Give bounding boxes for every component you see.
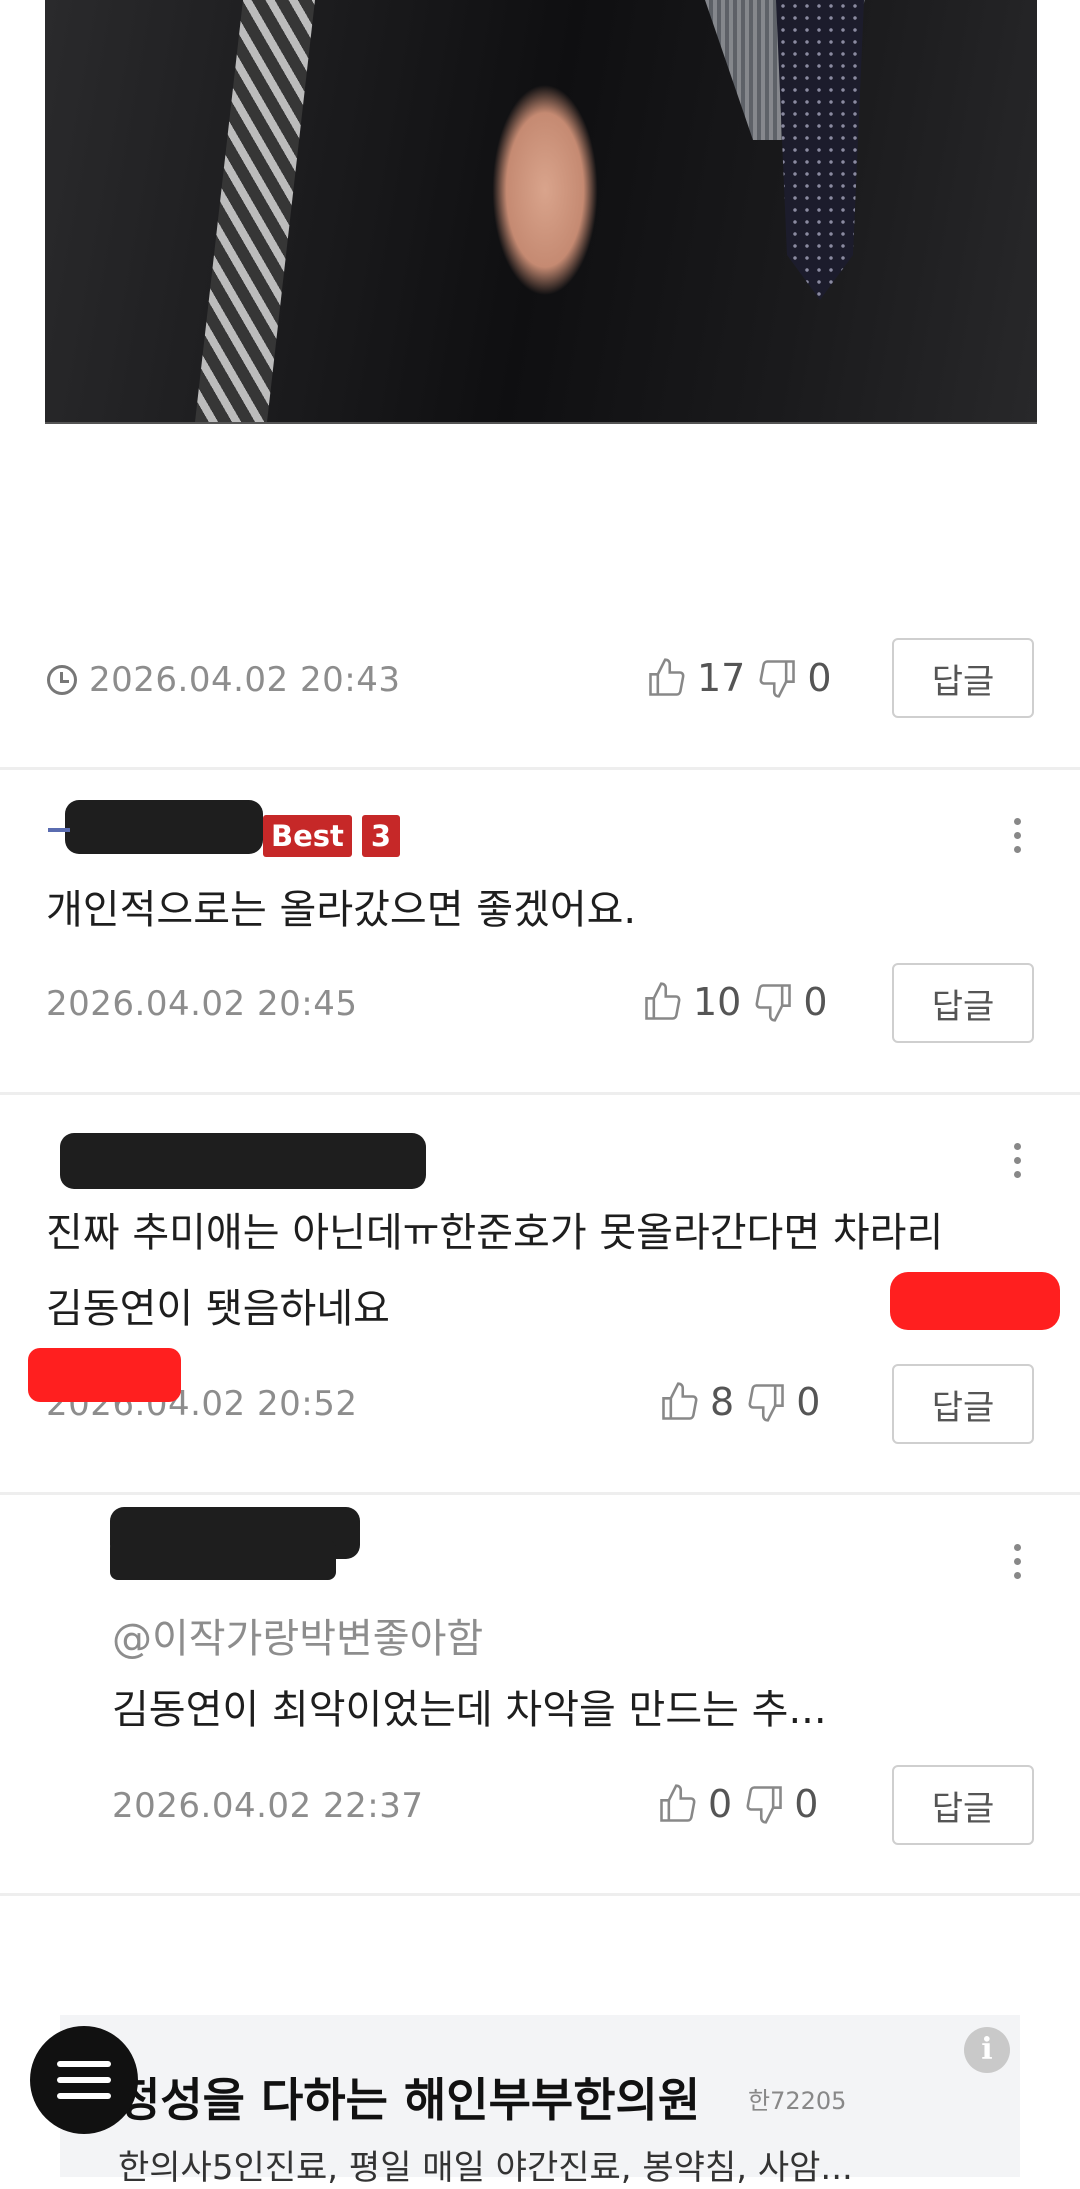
divider <box>0 767 1080 770</box>
dislike-count: 0 <box>803 980 828 1024</box>
divider <box>0 1492 1080 1495</box>
post-meta: 2026.04.02 20:43 <box>47 660 400 700</box>
reply-button[interactable]: 답글 <box>892 1364 1034 1444</box>
comment-text: 진짜 추미애는 아닌데ㅠ한준호가 못올라간다면 차라리 김동연이 됏음하네요 <box>46 1195 943 1347</box>
thumbs-down-icon[interactable] <box>751 980 795 1024</box>
like-count: 0 <box>708 1782 733 1826</box>
reply-mention[interactable]: @이작가랑박변좋아함 <box>112 1606 483 1664</box>
divider <box>0 1092 1080 1095</box>
thumbs-down-icon[interactable] <box>744 1380 788 1424</box>
comment-date: 2026.04.02 20:45 <box>46 984 358 1024</box>
divider <box>0 1893 1080 1896</box>
ad-tag: 한72205 <box>748 2087 847 2115</box>
ad-description[interactable]: 한의사5인진료, 평일 매일 야간진료, 봉약침, 사암... <box>118 2140 853 2189</box>
post-votes: 17 0 <box>645 656 842 700</box>
user-level-icon <box>48 828 70 832</box>
redacted-username <box>110 1540 336 1580</box>
more-options-icon[interactable] <box>1011 1143 1023 1183</box>
comment-date: 2026.04.02 22:37 <box>112 1786 424 1826</box>
redaction-mark <box>28 1348 181 1402</box>
photo-detail-tie-right <box>776 0 864 300</box>
info-icon[interactable]: i <box>964 2027 1010 2073</box>
dislike-count: 0 <box>794 1782 819 1826</box>
comment-votes: 10 0 <box>641 980 838 1024</box>
menu-icon[interactable] <box>30 2026 138 2134</box>
comment-line: 개인적으로는 올라갔으면 좋겠어요. <box>46 887 637 933</box>
comment-text: 개인적으로는 올라갔으면 좋겠어요. <box>46 872 636 948</box>
thumbs-up-icon[interactable] <box>641 980 685 1024</box>
post-photo <box>45 0 1037 424</box>
photo-detail-tie-left <box>195 0 315 422</box>
dislike-count: 0 <box>796 1380 821 1424</box>
redacted-username <box>60 1133 426 1189</box>
reply-button[interactable]: 답글 <box>892 1765 1034 1845</box>
best-badge: Best <box>263 815 352 857</box>
comment-text: 김동연이 최악이었는데 차악을 만드는 추... <box>112 1672 827 1748</box>
comment-line: 김동연이 됏음하네요 <box>46 1286 390 1332</box>
reply-button[interactable]: 답글 <box>892 638 1034 718</box>
comment-votes: 8 0 <box>658 1380 830 1424</box>
redacted-username <box>65 800 263 854</box>
thumbs-up-icon[interactable] <box>656 1782 700 1826</box>
dislike-count: 0 <box>807 656 832 700</box>
comment-line: 진짜 추미애는 아닌데ㅠ한준호가 못올라간다면 차라리 <box>46 1210 944 1256</box>
comment-meta: 2026.04.02 22:37 <box>112 1786 423 1826</box>
comment-votes: 0 0 <box>656 1782 828 1826</box>
best-rank-badge: 3 <box>362 815 400 857</box>
like-count: 8 <box>710 1380 735 1424</box>
reply-button[interactable]: 답글 <box>892 963 1034 1043</box>
more-options-icon[interactable] <box>1011 1544 1023 1584</box>
ad-title[interactable]: 정성을 다하는 해인부부한의원 <box>118 2064 700 2130</box>
clock-icon <box>47 665 77 695</box>
thumbs-down-icon[interactable] <box>742 1782 786 1826</box>
redaction-mark <box>890 1272 1060 1330</box>
comment-meta: 2026.04.02 20:45 <box>46 984 357 1024</box>
thumbs-up-icon[interactable] <box>645 656 689 700</box>
like-count: 17 <box>697 656 746 700</box>
thumbs-down-icon[interactable] <box>755 656 799 700</box>
like-count: 10 <box>693 980 742 1024</box>
post-date: 2026.04.02 20:43 <box>89 660 401 700</box>
more-options-icon[interactable] <box>1011 818 1023 858</box>
comment-line: 김동연이 최악이었는데 차악을 만드는 추... <box>112 1687 827 1733</box>
thumbs-up-icon[interactable] <box>658 1380 702 1424</box>
